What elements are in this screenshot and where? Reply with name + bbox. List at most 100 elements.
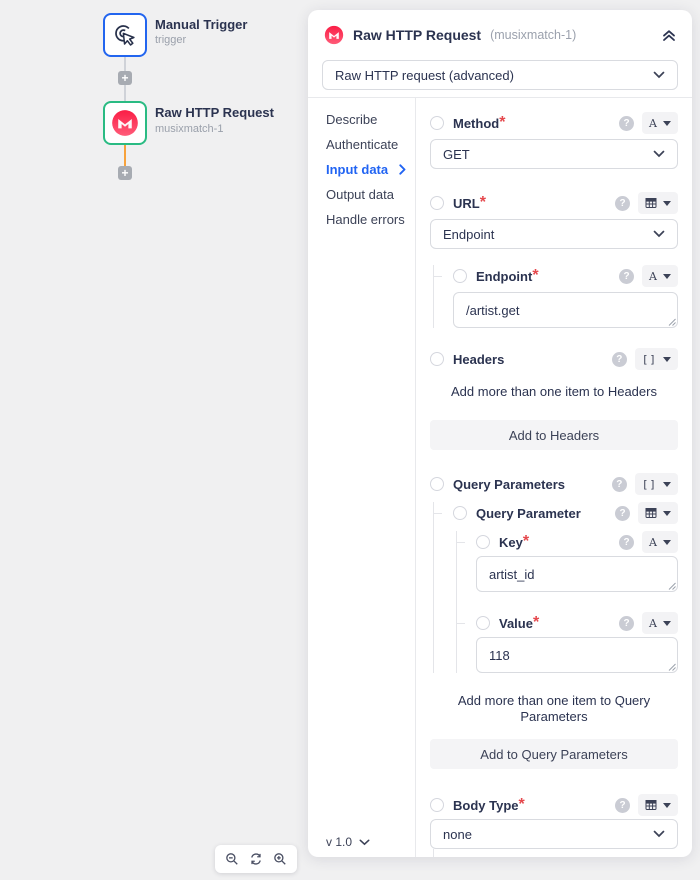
field-radio[interactable] (476, 535, 490, 549)
text-type-icon: A (649, 118, 657, 129)
type-selector-object[interactable] (638, 192, 678, 214)
type-selector-text[interactable]: A (642, 612, 678, 634)
resize-grip-icon[interactable] (667, 662, 676, 671)
collapse-panel-icon[interactable] (662, 29, 676, 42)
nav-item-handle-errors[interactable]: Handle errors (326, 211, 415, 227)
help-icon[interactable]: ? (619, 116, 634, 131)
chevron-down-icon (359, 839, 370, 846)
caret-down-icon (663, 621, 671, 626)
add-step-button[interactable]: + (118, 166, 132, 180)
node-subtitle: trigger (155, 34, 186, 46)
panel-nav: Describe Authenticate Input data Output … (308, 98, 416, 857)
query-parameters-hint: Add more than one item to Query Paramete… (430, 693, 678, 725)
help-icon[interactable]: ? (619, 535, 634, 550)
endpoint-input[interactable] (453, 292, 678, 328)
node-title: Raw HTTP Request (155, 105, 274, 120)
panel-body: Describe Authenticate Input data Output … (308, 97, 692, 857)
panel-title: Raw HTTP Request (353, 27, 481, 43)
connector-line-orange (124, 145, 126, 166)
help-icon[interactable]: ? (619, 616, 634, 631)
help-icon[interactable]: ? (612, 477, 627, 492)
field-row-value: Value* ? A (476, 612, 678, 634)
type-selector-object[interactable] (638, 502, 678, 524)
input-data-form: Method* ? A GET URL* ? (416, 98, 692, 857)
help-icon[interactable]: ? (619, 269, 634, 284)
resize-grip-icon[interactable] (667, 581, 676, 590)
field-label: Method (453, 116, 499, 131)
field-radio[interactable] (453, 269, 467, 283)
method-select[interactable]: GET (430, 139, 678, 169)
caret-down-icon (663, 540, 671, 545)
caret-down-icon (663, 511, 671, 516)
add-to-headers-button[interactable]: Add to Headers (430, 420, 678, 450)
field-row-key: Key* ? A (476, 531, 678, 553)
nav-item-output-data[interactable]: Output data (326, 186, 415, 202)
connector-line (124, 85, 126, 101)
object-type-icon (645, 799, 657, 811)
type-selector-text[interactable]: A (642, 112, 678, 134)
text-type-icon: A (649, 271, 657, 282)
text-type-icon: A (649, 537, 657, 548)
field-radio[interactable] (453, 506, 467, 520)
key-input[interactable] (476, 556, 678, 592)
add-step-button[interactable]: + (118, 71, 132, 85)
help-icon[interactable]: ? (615, 196, 630, 211)
nav-item-describe[interactable]: Describe (326, 111, 415, 127)
chevron-down-icon (653, 830, 665, 838)
help-icon[interactable]: ? (615, 798, 630, 813)
help-icon[interactable]: ? (612, 352, 627, 367)
node-title: Manual Trigger (155, 17, 247, 32)
chevron-right-icon (399, 164, 415, 175)
type-selector-array[interactable]: [] (635, 348, 678, 370)
operation-select[interactable]: Raw HTTP request (advanced) (322, 60, 678, 90)
type-selector-text[interactable]: A (642, 531, 678, 553)
type-selector-text[interactable]: A (642, 265, 678, 287)
field-radio[interactable] (430, 477, 444, 491)
array-type-icon: [] (642, 479, 657, 490)
text-type-icon: A (649, 618, 657, 629)
zoom-out-icon[interactable] (224, 851, 240, 867)
field-radio[interactable] (430, 798, 444, 812)
field-row-query-parameter: Query Parameter ? (453, 502, 678, 524)
caret-down-icon (663, 201, 671, 206)
nav-item-authenticate[interactable]: Authenticate (326, 136, 415, 152)
array-type-icon: [] (642, 354, 657, 365)
manual-trigger-click-icon (112, 22, 138, 48)
nav-item-input-data[interactable]: Input data (326, 161, 415, 177)
key-input-wrap (476, 556, 678, 592)
chevron-down-icon (653, 230, 665, 238)
musixmatch-badge-icon (324, 25, 344, 45)
headers-hint: Add more than one item to Headers (430, 384, 678, 400)
query-parameters-group: Query Parameter ? (433, 502, 678, 673)
field-row-body-type: Body Type* ? (430, 794, 678, 816)
resize-grip-icon[interactable] (667, 317, 676, 326)
version-select[interactable]: v 1.0 (326, 835, 415, 849)
node-subtitle: musixmatch-1 (155, 123, 223, 135)
url-mode-select[interactable]: Endpoint (430, 219, 678, 249)
value-input-wrap (476, 637, 678, 673)
field-radio[interactable] (430, 116, 444, 130)
object-type-icon (645, 197, 657, 209)
node-raw-http-request[interactable] (103, 101, 147, 145)
value-input[interactable] (476, 637, 678, 673)
connector-line (124, 57, 126, 71)
node-manual-trigger[interactable] (103, 13, 147, 57)
endpoint-input-wrap (453, 292, 678, 328)
body-type-select[interactable]: none (430, 819, 678, 849)
add-to-query-parameters-button[interactable]: Add to Query Parameters (430, 739, 678, 769)
chevron-down-icon (653, 150, 665, 158)
refresh-icon[interactable] (248, 851, 264, 867)
type-selector-array[interactable]: [] (635, 473, 678, 495)
field-radio[interactable] (476, 616, 490, 630)
field-radio[interactable] (430, 196, 444, 210)
caret-down-icon (663, 482, 671, 487)
help-icon[interactable]: ? (615, 506, 630, 521)
query-parameter-item-group: Key* ? A (456, 531, 678, 673)
type-selector-object[interactable] (638, 794, 678, 816)
caret-down-icon (663, 803, 671, 808)
zoom-in-icon[interactable] (272, 851, 288, 867)
field-radio[interactable] (430, 352, 444, 366)
musixmatch-logo-icon (111, 109, 139, 137)
field-row-query-parameters: Query Parameters ? [] (430, 473, 678, 495)
field-row-url: URL* ? (430, 192, 678, 214)
